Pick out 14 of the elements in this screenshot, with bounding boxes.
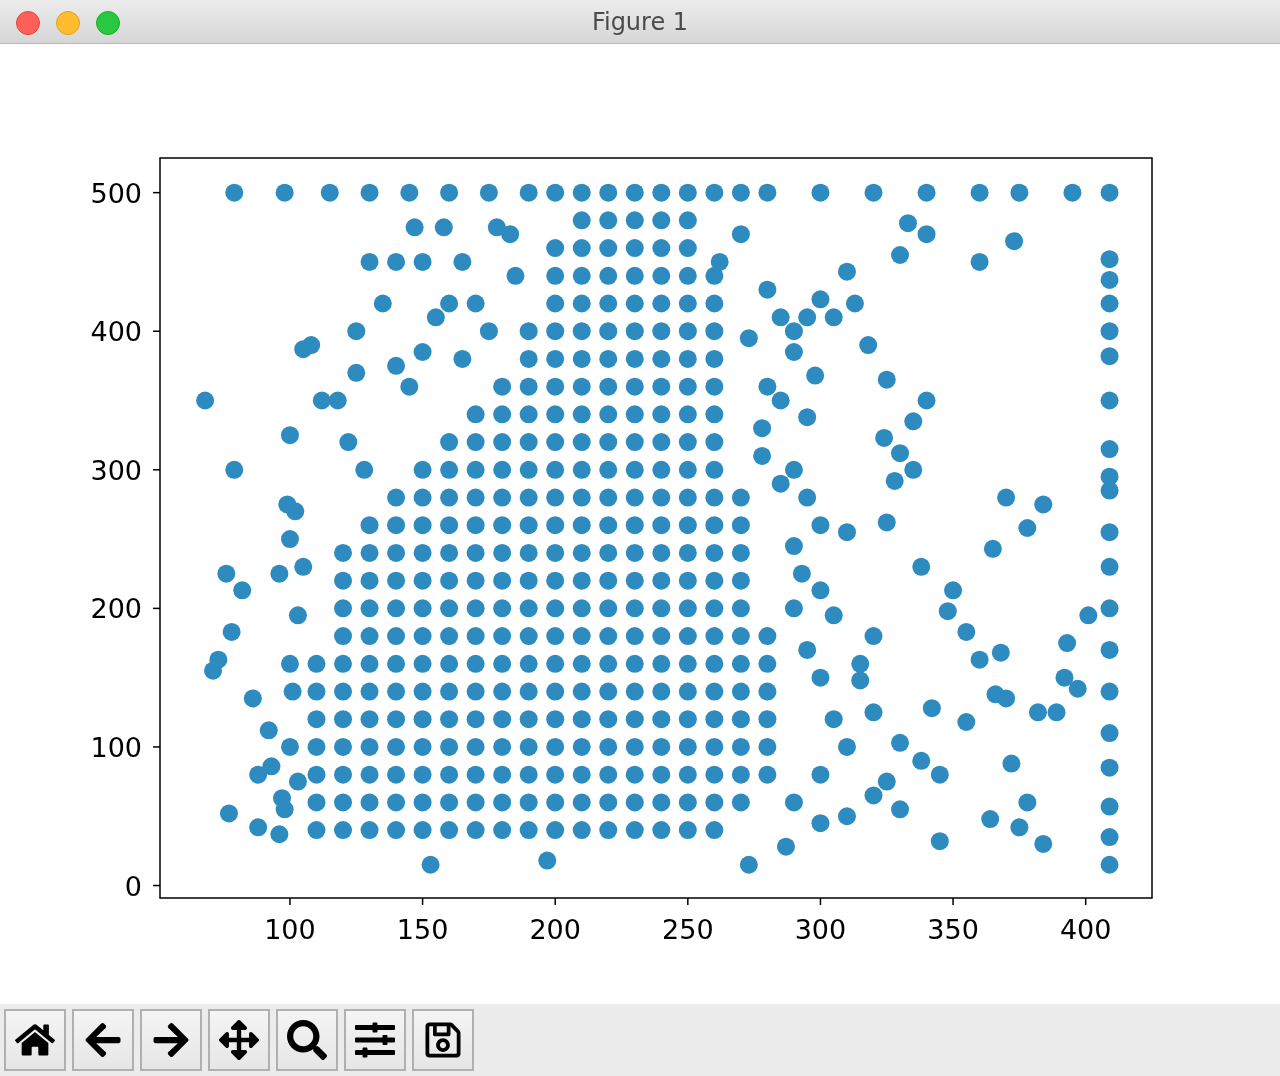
tick-label: 250 xyxy=(662,914,714,945)
tick-label: 300 xyxy=(90,454,142,486)
tick-label: 0 xyxy=(124,870,142,902)
tick-label: 150 xyxy=(396,914,449,945)
tick-label: 100 xyxy=(264,914,316,945)
tick-label: 100 xyxy=(90,731,142,763)
tick-label: 500 xyxy=(90,177,142,209)
tick-label: 300 xyxy=(794,914,847,945)
tick-label: 200 xyxy=(529,914,581,945)
tick-label: 400 xyxy=(1059,914,1112,945)
window-title: Figure 1 xyxy=(591,7,689,36)
tick-label: 200 xyxy=(90,593,142,625)
tick-label: 350 xyxy=(927,914,979,945)
tick-label: 400 xyxy=(90,316,142,348)
